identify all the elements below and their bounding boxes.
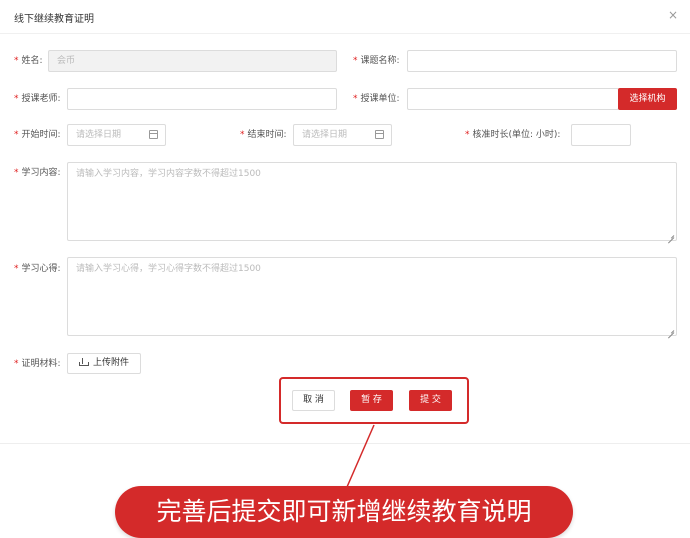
name-label: * 姓名:	[14, 56, 43, 66]
course-name-label: * 课题名称:	[353, 56, 400, 66]
start-date-picker[interactable]: 请选择日期	[67, 124, 166, 146]
start-time-label: * 开始时间:	[14, 130, 61, 140]
calendar-icon	[149, 130, 158, 139]
teacher-label: * 授课老师:	[14, 94, 61, 104]
resize-handle-icon[interactable]	[668, 232, 674, 238]
experience-label: * 学习心得:	[14, 264, 61, 274]
calendar-icon	[375, 130, 384, 139]
end-time-label: * 结束时间:	[240, 130, 287, 140]
callout-banner: 完善后提交即可新增继续教育说明	[115, 486, 573, 538]
close-icon[interactable]: ×	[668, 9, 678, 21]
content-label: * 学习内容:	[14, 168, 61, 178]
content-placeholder: 请输入学习内容，学习内容字数不得超过1500	[76, 169, 261, 179]
material-label: * 证明材料:	[14, 359, 61, 369]
content-textarea[interactable]: 请输入学习内容，学习内容字数不得超过1500	[67, 162, 677, 241]
end-date-placeholder: 请选择日期	[302, 130, 348, 140]
start-date-placeholder: 请选择日期	[76, 130, 122, 140]
unit-input[interactable]	[407, 88, 619, 110]
end-date-picker[interactable]: 请选择日期	[293, 124, 392, 146]
hours-input[interactable]	[571, 124, 631, 146]
resize-handle-icon[interactable]	[668, 327, 674, 333]
select-org-button[interactable]: 选择机构	[618, 88, 677, 110]
hours-label: * 核准时长(单位: 小时):	[465, 130, 561, 140]
header-divider	[0, 33, 690, 34]
dialog-title: 线下继续教育证明	[14, 14, 94, 25]
teacher-input[interactable]	[67, 88, 337, 110]
name-input[interactable]: 会币	[48, 50, 337, 72]
buttons-highlight-box	[279, 377, 469, 424]
upload-attachment-button[interactable]: 上传附件	[67, 353, 141, 374]
unit-label: * 授课单位:	[353, 94, 400, 104]
course-name-input[interactable]	[407, 50, 677, 72]
upload-icon	[78, 358, 89, 366]
experience-textarea[interactable]: 请输入学习心得，学习心得字数不得超过1500	[67, 257, 677, 336]
experience-placeholder: 请输入学习心得，学习心得字数不得超过1500	[76, 264, 261, 274]
